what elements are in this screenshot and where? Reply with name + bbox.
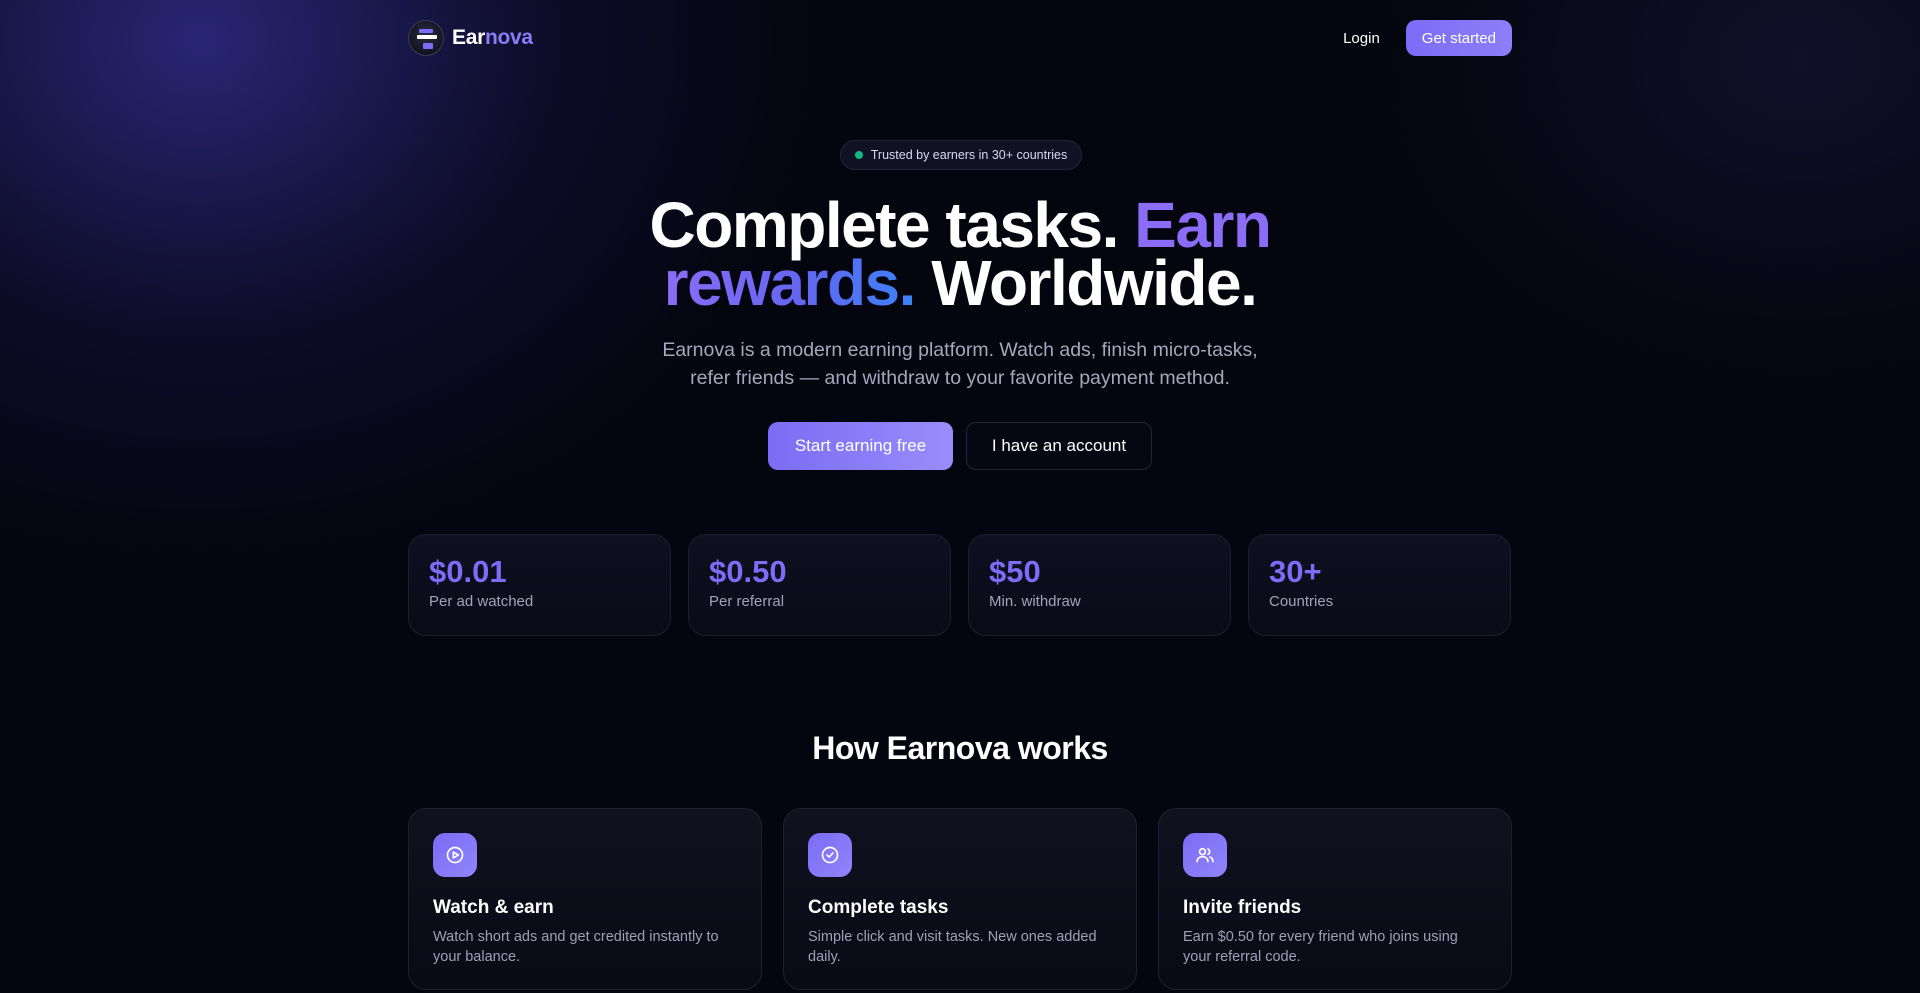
feature-title: Watch & earn (433, 897, 554, 918)
login-link[interactable]: Login (1343, 30, 1380, 47)
stat-value: $50 (989, 554, 1041, 589)
feature-card-tasks: Complete tasks Simple click and visit ta… (783, 808, 1137, 990)
start-earning-button[interactable]: Start earning free (768, 422, 953, 470)
nav-actions: Login Get started (1343, 20, 1512, 56)
feature-title: Complete tasks (808, 897, 949, 918)
hero-title: Complete tasks. Earn rewards. Worldwide. (408, 193, 1512, 315)
feature-description: Watch short ads and get credited instant… (433, 929, 719, 965)
users-icon (1183, 833, 1227, 877)
stat-value: $0.50 (709, 554, 787, 589)
hero-subtitle: Earnova is a modern earning platform. Wa… (662, 339, 1258, 389)
how-it-works-title: How Earnova works (812, 730, 1108, 766)
status-dot-icon (854, 151, 863, 159)
stats-row: $0.01 Per ad watched $0.50 Per referral … (408, 534, 1512, 636)
stat-value: $0.01 (429, 554, 507, 589)
feature-description: Earn $0.50 for every friend who joins us… (1183, 929, 1458, 965)
check-circle-icon (808, 833, 852, 877)
top-nav: Earnova Login Get started (408, 20, 1512, 56)
get-started-button[interactable]: Get started (1405, 20, 1512, 56)
trust-badge: Trusted by earners in 30+ countries (840, 140, 1082, 170)
stat-card: $50 Min. withdraw (968, 534, 1231, 636)
trust-badge-text: Trusted by earners in 30+ countries (870, 148, 1068, 162)
stat-card: $0.50 Per referral (688, 534, 951, 636)
play-circle-icon (433, 833, 477, 877)
have-account-button[interactable]: I have an account (966, 422, 1152, 470)
brand[interactable]: Earnova (408, 20, 533, 56)
hero-title-part3: rewards. (663, 247, 917, 319)
hero-ctas: Start earning free I have an account (408, 422, 1512, 470)
stat-value: 30+ (1269, 554, 1322, 589)
stat-label: Countries (1269, 593, 1334, 610)
stat-label: Per referral (709, 593, 785, 610)
feature-description: Simple click and visit tasks. New ones a… (808, 929, 1097, 965)
stat-label: Min. withdraw (989, 593, 1081, 610)
feature-card-watch: Watch & earn Watch short ads and get cre… (408, 808, 762, 990)
brand-name-part1: Ear (452, 26, 485, 49)
brand-name-part2: nova (484, 26, 533, 49)
feature-card-invite: Invite friends Earn $0.50 for every frie… (1158, 808, 1512, 990)
stat-card: 30+ Countries (1248, 534, 1511, 636)
brand-name: Earnova (452, 26, 533, 50)
feature-title: Invite friends (1183, 897, 1302, 918)
logo-icon (408, 20, 444, 56)
stat-card: $0.01 Per ad watched (408, 534, 671, 636)
hero-title-part4: Worldwide. (914, 247, 1258, 319)
features-row: Watch & earn Watch short ads and get cre… (408, 808, 1512, 990)
stat-label: Per ad watched (429, 593, 534, 610)
